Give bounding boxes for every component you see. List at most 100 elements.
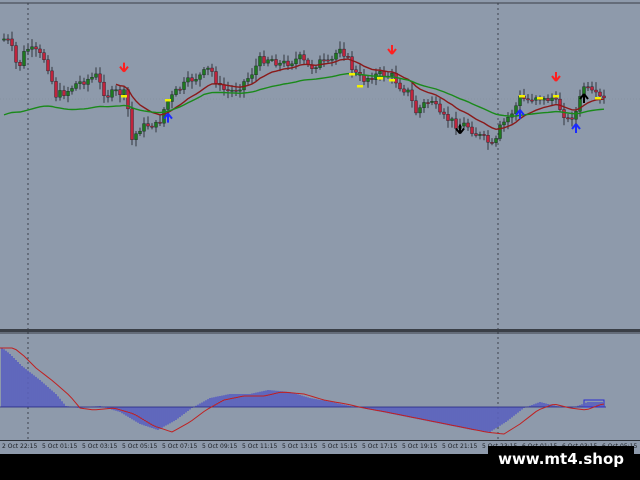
candle [182,81,186,90]
candle [214,71,218,84]
candle [6,38,10,41]
buy-arrow-icon [571,123,581,133]
candle [434,101,438,105]
time-axis-label: 5 Oct 17:15 [362,443,398,450]
candle [486,135,490,143]
candle [86,78,90,85]
candle [330,58,334,61]
candle [158,121,162,124]
candle [94,73,98,78]
cross-marker [165,99,171,102]
candle [150,125,154,128]
sell-arrow-icon [119,62,129,73]
candle [602,95,606,99]
time-axis-label: 5 Oct 05:15 [122,443,158,450]
candle [18,62,22,66]
cross-marker [357,85,363,88]
candle [154,121,158,128]
time-axis-label: 5 Oct 09:15 [202,443,238,450]
candle [278,62,282,66]
candle [50,70,54,82]
candle [442,111,446,115]
candle [322,59,326,62]
candle [286,60,290,66]
candle [338,48,342,54]
chart-window[interactable]: 2 Oct 22:15 5 Oct 01:15 5 Oct 03:15 5 Oct 0… [0,0,640,480]
candle [502,121,506,126]
candle [42,52,46,60]
candle [526,98,530,101]
candle [106,95,110,98]
candle [566,117,570,120]
candle [590,86,594,91]
candle [198,74,202,80]
candle [378,71,382,75]
osc-signal-line [0,347,605,435]
candle [230,89,234,92]
candle [66,91,70,96]
candle [2,38,6,41]
candle [546,98,550,101]
candle [70,88,74,92]
candle [506,116,510,123]
candle [594,89,598,93]
oscillator-pane[interactable] [0,332,640,440]
candle [370,78,374,80]
candle [478,134,482,136]
candle [134,133,138,140]
candle [258,56,262,67]
sell-arrow-icon [551,72,561,82]
candle [74,83,78,89]
cross-marker [349,73,355,76]
cross-marker [377,77,383,80]
candle [562,109,566,118]
time-axis-label: 2 Oct 22:15 [2,443,38,450]
candle [22,51,26,66]
candle [318,59,322,68]
candle [190,77,194,82]
sell-arrow-icon [387,45,397,55]
candle [186,77,190,83]
time-axis-label: 5 Oct 19:15 [402,443,438,450]
time-axis-label: 5 Oct 01:15 [42,443,78,450]
candle [466,122,470,128]
candle [574,111,578,120]
cross-marker [595,97,601,100]
candle [430,101,434,103]
candle [494,138,498,143]
time-axis-label: 5 Oct 11:15 [242,443,278,450]
candle [406,89,410,93]
candle [482,134,486,136]
candle [490,142,494,144]
candle [382,71,386,77]
candle [266,59,270,64]
candle [422,102,426,108]
candle [254,65,258,76]
price-chart[interactable] [0,0,640,330]
candle [34,46,38,50]
candle [30,46,34,50]
candle [110,89,114,98]
watermark: www.mt4.shop [488,446,634,472]
candle [82,81,86,85]
candle [554,97,558,100]
candle [58,90,62,98]
candle [474,133,478,136]
time-axis-label: 5 Oct 03:15 [82,443,118,450]
candle [402,88,406,93]
candle [114,89,118,92]
candle [390,72,394,77]
candle [462,122,466,127]
candle [270,59,274,61]
candle [138,130,142,134]
cross-marker [537,97,543,100]
cross-marker [553,95,559,98]
candle [98,73,102,83]
slow-moving-average [3,72,605,117]
candle [202,69,206,76]
candle [174,88,178,95]
candle [234,89,238,92]
candle [146,123,150,127]
candle [450,118,454,121]
candle [298,54,302,60]
